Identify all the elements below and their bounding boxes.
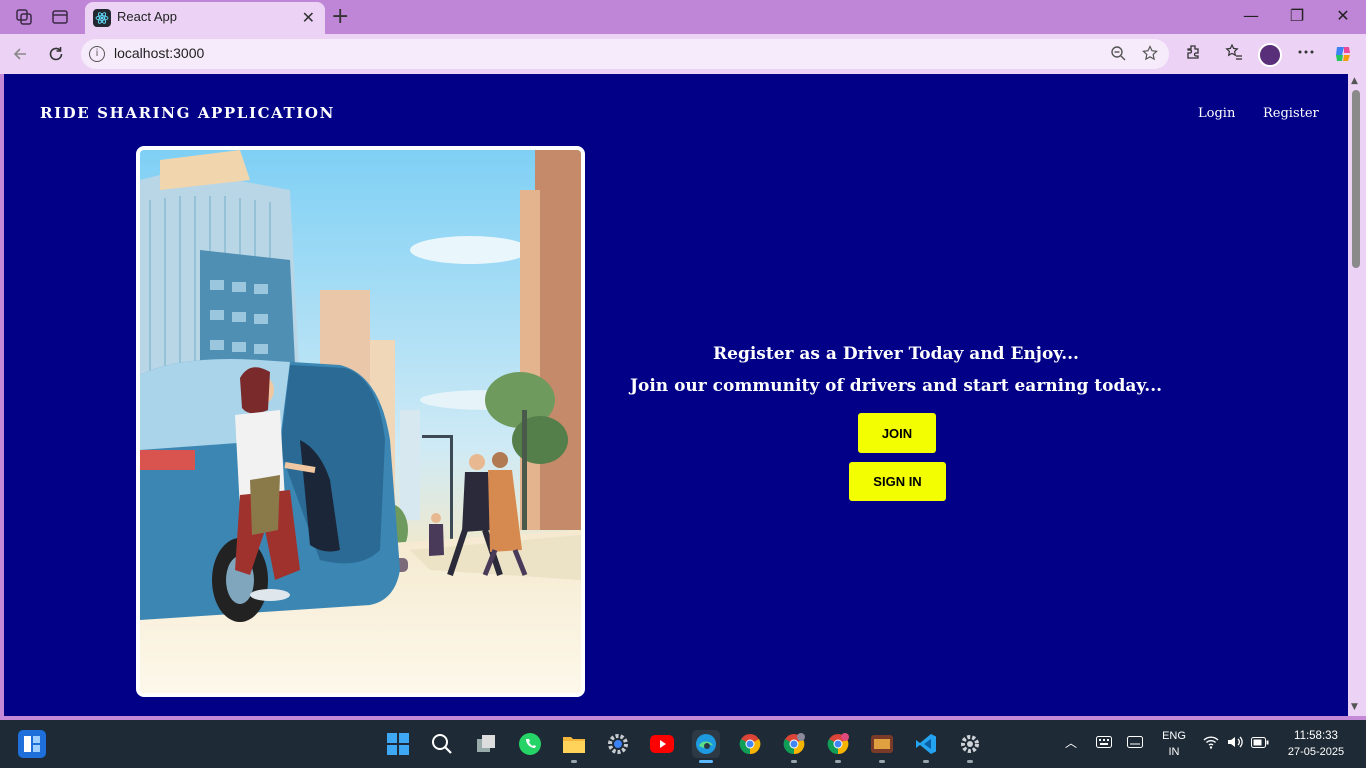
show-hidden-icons-chevron-icon[interactable]: ︿ bbox=[1065, 734, 1077, 751]
zoom-out-icon[interactable] bbox=[1109, 45, 1127, 63]
nav-register-link[interactable]: Register bbox=[1263, 106, 1319, 121]
scroll-thumb[interactable] bbox=[1352, 90, 1360, 268]
hero-subtagline: Join our community of drivers and start … bbox=[629, 376, 1163, 396]
maximize-button[interactable]: ❐ bbox=[1282, 6, 1312, 25]
clock-date[interactable]: 27-05-2025 bbox=[1280, 746, 1352, 758]
brand-title: RIDE SHARING APPLICATION bbox=[40, 104, 335, 122]
nav-login-link[interactable]: Login bbox=[1198, 106, 1235, 121]
chrome-icon[interactable] bbox=[736, 730, 764, 758]
join-button[interactable]: JOIN bbox=[858, 413, 936, 453]
volume-icon[interactable] bbox=[1227, 735, 1245, 753]
scroll-up-arrow-icon[interactable]: ▲ bbox=[1351, 76, 1358, 86]
tab-react-app[interactable]: React App ✕ bbox=[85, 2, 325, 34]
battery-icon[interactable] bbox=[1251, 736, 1269, 752]
site-info-icon[interactable]: i bbox=[89, 46, 105, 62]
tab-title: React App bbox=[117, 9, 177, 24]
active-indicator bbox=[699, 760, 713, 763]
more-options-icon[interactable] bbox=[1294, 43, 1318, 65]
scroll-down-arrow-icon[interactable]: ▼ bbox=[1351, 702, 1358, 712]
hero-image-frame bbox=[136, 146, 585, 697]
file-explorer-icon[interactable] bbox=[560, 730, 588, 758]
minimize-button[interactable]: — bbox=[1236, 6, 1266, 25]
keyboard-icon[interactable] bbox=[1096, 736, 1112, 752]
hero-illustration bbox=[140, 150, 581, 693]
extensions-icon[interactable] bbox=[1181, 43, 1205, 65]
widgets-icon[interactable] bbox=[18, 730, 46, 758]
whatsapp-icon[interactable] bbox=[516, 730, 544, 758]
running-indicator bbox=[571, 760, 577, 763]
page-viewport: RIDE SHARING APPLICATION Login Register bbox=[4, 74, 1348, 716]
search-icon[interactable] bbox=[428, 730, 456, 758]
running-indicator bbox=[791, 760, 797, 763]
close-tab-icon[interactable]: ✕ bbox=[302, 8, 315, 27]
browser-toolbar: i localhost:3000 bbox=[0, 34, 1366, 74]
page-scrollbar[interactable]: ▲ ▼ bbox=[1348, 74, 1366, 716]
youtube-icon[interactable] bbox=[648, 730, 676, 758]
tab-actions-icon[interactable] bbox=[49, 6, 71, 28]
clock-time[interactable]: 11:58:33 bbox=[1280, 730, 1352, 742]
vscode-icon[interactable] bbox=[912, 730, 940, 758]
refresh-icon[interactable] bbox=[44, 42, 68, 66]
windows-taskbar: ︿ ENG IN 11:58:33 27-05-2025 bbox=[0, 720, 1366, 768]
settings-gear-icon[interactable] bbox=[956, 730, 984, 758]
running-indicator bbox=[923, 760, 929, 763]
input-language[interactable]: ENG bbox=[1156, 730, 1192, 742]
app-icon[interactable] bbox=[868, 730, 896, 758]
workspaces-icon[interactable] bbox=[13, 6, 35, 28]
profile-avatar[interactable] bbox=[1258, 43, 1282, 67]
favorite-star-icon[interactable] bbox=[1141, 45, 1159, 63]
running-indicator bbox=[879, 760, 885, 763]
wifi-icon[interactable] bbox=[1203, 735, 1219, 753]
chrome-profile-icon[interactable] bbox=[780, 730, 808, 758]
task-view-icon[interactable] bbox=[472, 730, 500, 758]
copilot-icon[interactable] bbox=[1331, 43, 1355, 65]
browser-tab-bar: React App ✕ + — ❐ ✕ bbox=[0, 0, 1366, 34]
back-arrow-icon[interactable] bbox=[8, 42, 32, 66]
edge-icon[interactable] bbox=[692, 730, 720, 758]
favorites-icon[interactable] bbox=[1222, 43, 1246, 65]
touch-keyboard-icon[interactable] bbox=[1127, 736, 1143, 752]
close-window-button[interactable]: ✕ bbox=[1328, 6, 1358, 25]
settings-icon[interactable] bbox=[604, 730, 632, 758]
running-indicator bbox=[967, 760, 973, 763]
start-icon[interactable] bbox=[384, 730, 412, 758]
running-indicator bbox=[835, 760, 841, 763]
sign-in-button[interactable]: SIGN IN bbox=[849, 462, 946, 501]
input-region[interactable]: IN bbox=[1156, 746, 1192, 758]
address-bar[interactable]: i localhost:3000 bbox=[81, 39, 1169, 69]
react-icon bbox=[93, 9, 111, 27]
url-text[interactable]: localhost:3000 bbox=[114, 45, 204, 61]
chrome-notify-icon[interactable] bbox=[824, 730, 852, 758]
hero-tagline: Register as a Driver Today and Enjoy... bbox=[713, 344, 1079, 364]
new-tab-icon[interactable]: + bbox=[331, 4, 349, 29]
